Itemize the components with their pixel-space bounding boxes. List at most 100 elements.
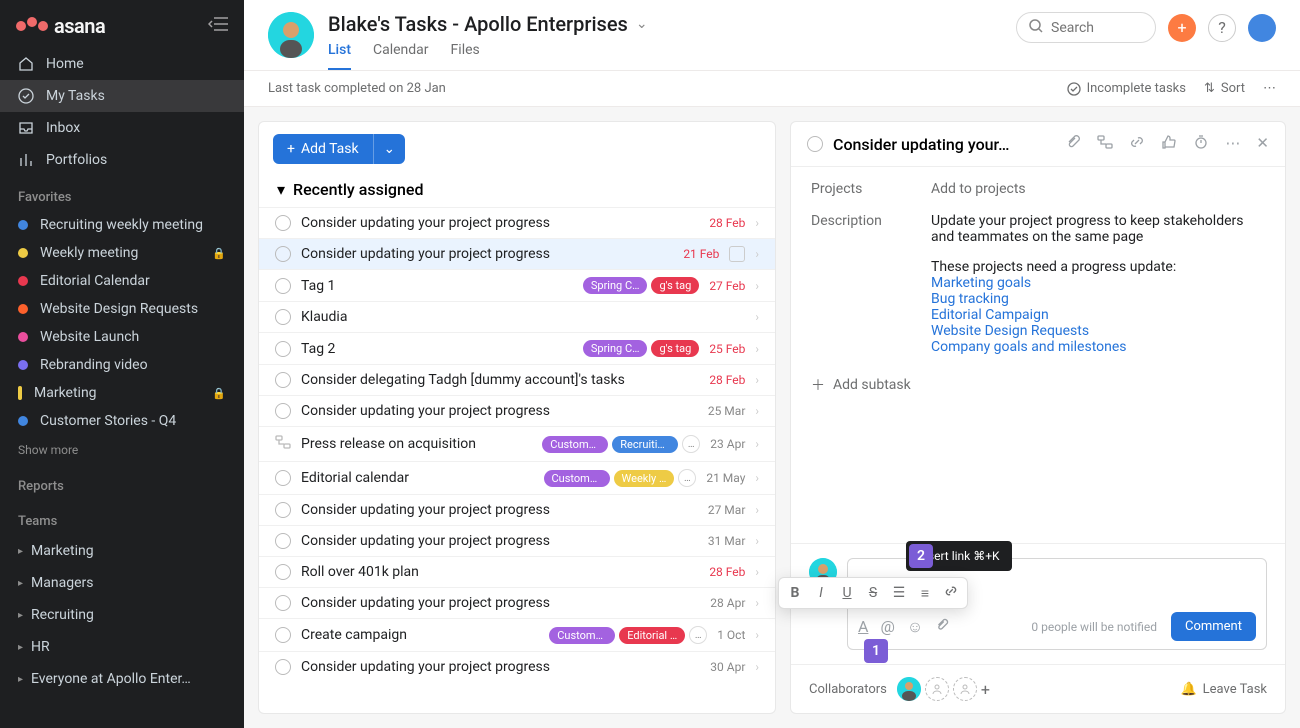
team-item[interactable]: ▸Everyone at Apollo Enter… xyxy=(0,663,244,695)
favorite-item[interactable]: Marketing🔒 xyxy=(0,379,244,407)
project-link[interactable]: Bug tracking xyxy=(931,291,1265,307)
team-item[interactable]: ▸Recruiting xyxy=(0,599,244,631)
user-avatar[interactable] xyxy=(268,12,314,58)
task-row[interactable]: Consider updating your project progress2… xyxy=(259,587,775,618)
collapse-sidebar-icon[interactable] xyxy=(208,16,228,37)
team-item[interactable]: ▸Marketing xyxy=(0,535,244,567)
calendar-icon[interactable] xyxy=(729,246,745,262)
task-complete-toggle[interactable] xyxy=(275,564,291,580)
timer-icon[interactable] xyxy=(1193,134,1209,154)
task-complete-toggle[interactable] xyxy=(275,278,291,294)
sort-button[interactable]: ⇅ Sort xyxy=(1204,81,1245,96)
strike-icon[interactable]: S xyxy=(865,585,881,601)
bold-icon[interactable]: B xyxy=(787,585,803,601)
nav-mytasks[interactable]: My Tasks xyxy=(0,80,244,112)
profile-avatar[interactable] xyxy=(1248,14,1276,42)
subtask-icon[interactable] xyxy=(1097,134,1113,154)
team-item[interactable]: ▸HR xyxy=(0,631,244,663)
task-row[interactable]: Consider updating your project progress2… xyxy=(259,238,775,269)
link-icon[interactable] xyxy=(1129,134,1145,154)
task-row[interactable]: Consider updating your project progress2… xyxy=(259,395,775,426)
favorite-item[interactable]: Recruiting weekly meeting xyxy=(0,211,244,239)
italic-icon[interactable]: I xyxy=(813,585,829,601)
task-complete-toggle[interactable] xyxy=(275,659,291,675)
task-row[interactable]: Klaudia› xyxy=(259,301,775,332)
underline-icon[interactable]: U xyxy=(839,585,855,601)
task-complete-toggle[interactable] xyxy=(275,341,291,357)
attachment-icon[interactable] xyxy=(1065,134,1081,154)
emoji-icon[interactable]: ☺ xyxy=(907,617,923,637)
task-complete-toggle[interactable] xyxy=(275,627,291,643)
favorite-item[interactable]: Website Launch xyxy=(0,323,244,351)
task-row[interactable]: Tag 2Spring C…g's tag25 Feb› xyxy=(259,332,775,364)
task-complete-toggle[interactable] xyxy=(275,533,291,549)
task-row[interactable]: Press release on acquisitionCustome…Recr… xyxy=(259,426,775,461)
task-complete-toggle[interactable] xyxy=(275,372,291,388)
reports-label[interactable]: Reports xyxy=(0,465,244,500)
favorite-item[interactable]: Customer Stories - Q4 xyxy=(0,407,244,435)
task-row[interactable]: Tag 1Spring C…g's tag27 Feb› xyxy=(259,269,775,301)
add-collaborator-plus[interactable]: + xyxy=(981,680,990,699)
task-complete-toggle[interactable] xyxy=(275,403,291,419)
filter-incomplete[interactable]: Incomplete tasks xyxy=(1067,81,1186,96)
project-link[interactable]: Marketing goals xyxy=(931,275,1265,291)
add-task-button[interactable]: + Add Task xyxy=(273,134,373,164)
tab-calendar[interactable]: Calendar xyxy=(373,42,429,70)
team-item[interactable]: ▸Managers xyxy=(0,567,244,599)
project-link[interactable]: Company goals and milestones xyxy=(931,339,1265,355)
description-body[interactable]: Update your project progress to keep sta… xyxy=(931,213,1265,355)
task-complete-toggle[interactable] xyxy=(275,595,291,611)
bullet-list-icon[interactable]: ☰ xyxy=(891,585,907,601)
favorite-item[interactable]: Weekly meeting🔒 xyxy=(0,239,244,267)
nav-home[interactable]: Home xyxy=(0,48,244,80)
collaborator-avatar[interactable] xyxy=(897,677,921,701)
numbered-list-icon[interactable]: ≡ xyxy=(917,585,933,602)
collapse-icon[interactable]: ▾ xyxy=(277,180,285,199)
task-row[interactable]: Consider updating your project progress2… xyxy=(259,494,775,525)
chevron-down-icon[interactable]: ⌄ xyxy=(636,16,648,32)
task-complete-toggle[interactable] xyxy=(275,470,291,486)
add-task-dropdown[interactable]: ⌄ xyxy=(373,134,405,164)
favorite-item[interactable]: Website Design Requests xyxy=(0,295,244,323)
format-icon[interactable]: A xyxy=(858,617,868,637)
task-complete-toggle[interactable] xyxy=(275,502,291,518)
insert-link-icon[interactable] xyxy=(943,584,959,602)
comment-input[interactable]: Insert link ⌘+K B I U S ☰ ≡ 2 xyxy=(847,558,1267,650)
favorite-item[interactable]: Editorial Calendar xyxy=(0,267,244,295)
more-icon[interactable]: ⋯ xyxy=(1225,134,1240,154)
search-input[interactable] xyxy=(1051,20,1143,36)
logo[interactable]: asana xyxy=(16,14,105,38)
complete-toggle[interactable] xyxy=(807,136,823,152)
like-icon[interactable] xyxy=(1161,134,1177,154)
comment-button[interactable]: Comment xyxy=(1171,612,1256,641)
nav-inbox[interactable]: Inbox xyxy=(0,112,244,144)
add-collaborator[interactable] xyxy=(953,677,977,701)
nav-portfolios[interactable]: Portfolios xyxy=(0,144,244,176)
task-row[interactable]: Consider updating your project progress2… xyxy=(259,207,775,238)
close-icon[interactable]: ✕ xyxy=(1256,134,1269,154)
project-link[interactable]: Website Design Requests xyxy=(931,323,1265,339)
page-title[interactable]: Blake's Tasks - Apollo Enterprises⌄ xyxy=(328,12,1002,36)
task-complete-toggle[interactable] xyxy=(275,309,291,325)
favorite-item[interactable]: Rebranding video xyxy=(0,351,244,379)
search-box[interactable] xyxy=(1016,12,1156,43)
task-row[interactable]: Consider updating your project progress3… xyxy=(259,651,775,682)
attach-icon[interactable] xyxy=(935,617,949,637)
section-recently-assigned[interactable]: ▾ Recently assigned xyxy=(259,174,775,207)
task-row[interactable]: Roll over 401k plan28 Feb› xyxy=(259,556,775,587)
quick-add-button[interactable]: + xyxy=(1168,14,1196,42)
task-row[interactable]: Editorial calendarCustome…Weekly ……21 Ma… xyxy=(259,461,775,494)
help-button[interactable]: ? xyxy=(1208,14,1236,42)
tab-list[interactable]: List xyxy=(328,42,351,70)
project-link[interactable]: Editorial Campaign xyxy=(931,307,1265,323)
mention-icon[interactable]: @ xyxy=(880,617,894,637)
add-collaborator[interactable] xyxy=(925,677,949,701)
task-row[interactable]: Consider updating your project progress3… xyxy=(259,525,775,556)
add-subtask[interactable]: ＋ Add subtask xyxy=(811,375,1265,395)
task-row[interactable]: Create campaignCustome…Editorial ……1 Oct… xyxy=(259,618,775,651)
detail-title[interactable]: Consider updating your… xyxy=(833,135,1055,154)
task-row[interactable]: Consider delegating Tadgh [dummy account… xyxy=(259,364,775,395)
tab-files[interactable]: Files xyxy=(451,42,480,70)
task-complete-toggle[interactable] xyxy=(275,246,291,262)
task-complete-toggle[interactable] xyxy=(275,215,291,231)
